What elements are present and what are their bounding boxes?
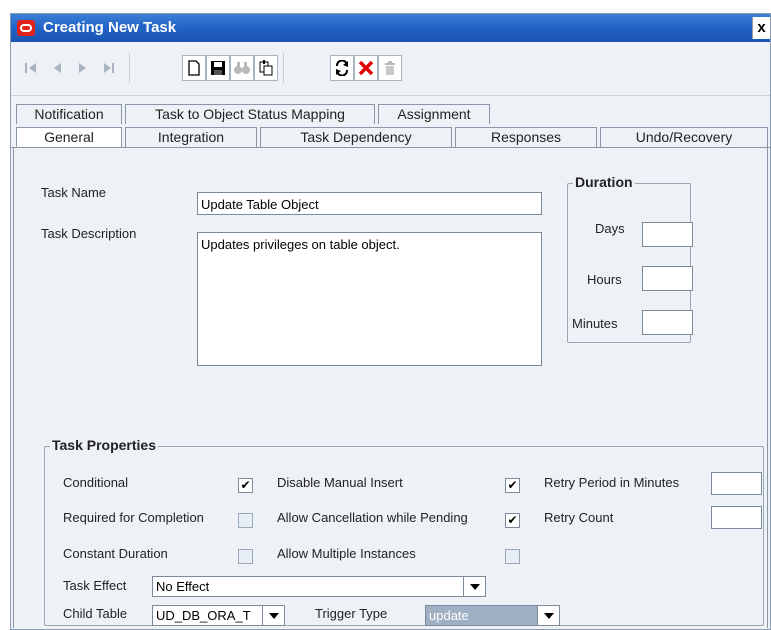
task-description-label: Task Description [41, 226, 137, 241]
refresh-icon[interactable] [330, 55, 354, 81]
tab-undo-recovery[interactable]: Undo/Recovery [600, 127, 768, 147]
minutes-label: Minutes [572, 316, 618, 331]
title-bar[interactable]: Creating New Task x [11, 14, 770, 42]
allow-cancellation-label: Allow Cancellation while Pending [277, 510, 468, 525]
allow-multiple-instances-label: Allow Multiple Instances [277, 546, 416, 561]
minutes-input[interactable] [642, 310, 693, 335]
window-title: Creating New Task [43, 19, 177, 36]
trigger-type-select[interactable]: update [425, 605, 560, 626]
trash-icon[interactable] [378, 55, 402, 81]
task-name-input[interactable]: Update Table Object [197, 192, 542, 215]
trigger-type-value: update [429, 608, 469, 623]
tab-notification[interactable]: Notification [16, 104, 122, 124]
retry-count-label: Retry Count [544, 510, 614, 525]
task-properties-legend: Task Properties [50, 437, 159, 453]
tab-integration[interactable]: Integration [125, 127, 257, 147]
new-icon[interactable] [182, 55, 206, 81]
task-description-textarea[interactable]: Updates privileges on table object. [197, 232, 542, 366]
duration-legend: Duration [573, 174, 635, 190]
first-record-icon[interactable] [19, 55, 43, 81]
child-table-select[interactable]: UD_DB_ORA_T [152, 605, 285, 626]
task-name-label: Task Name [41, 185, 107, 200]
close-button[interactable]: x [752, 17, 770, 39]
last-record-icon[interactable] [97, 55, 121, 81]
disable-manual-insert-checkbox[interactable]: ✔ [505, 478, 520, 493]
oracle-logo-icon [17, 20, 35, 36]
toolbar [11, 42, 770, 96]
retry-period-label: Retry Period in Minutes [544, 475, 680, 490]
hours-label: Hours [587, 272, 622, 287]
retry-count-input[interactable] [711, 506, 762, 529]
days-input[interactable] [642, 222, 693, 247]
find-icon[interactable] [230, 55, 254, 81]
tab-responses[interactable]: Responses [455, 127, 597, 147]
delete-icon[interactable] [354, 55, 378, 81]
retry-period-input[interactable] [711, 472, 762, 495]
days-label: Days [595, 221, 625, 236]
next-record-icon[interactable] [71, 55, 95, 81]
dialog-window: Creating New Task x Notification Task to… [10, 13, 771, 630]
general-panel: Task Name Update Table Object Task Descr… [13, 148, 768, 628]
task-effect-value: No Effect [156, 579, 210, 594]
tab-general[interactable]: General [16, 127, 122, 147]
allow-multiple-instances-checkbox[interactable] [505, 549, 520, 564]
task-properties-group: Task Properties Conditional ✔ Required f… [44, 437, 764, 626]
task-effect-label: Task Effect [63, 578, 127, 593]
conditional-checkbox[interactable]: ✔ [238, 478, 253, 493]
chevron-down-icon[interactable] [463, 577, 485, 596]
constant-duration-label: Constant Duration [63, 546, 168, 561]
disable-manual-insert-label: Disable Manual Insert [277, 475, 403, 490]
tab-task-to-object-status-mapping[interactable]: Task to Object Status Mapping [125, 104, 375, 124]
allow-cancellation-checkbox[interactable]: ✔ [505, 513, 520, 528]
conditional-label: Conditional [63, 475, 129, 490]
tab-task-dependency[interactable]: Task Dependency [260, 127, 452, 147]
chevron-down-icon[interactable] [537, 606, 559, 625]
duration-group: Duration Days Hours Minutes [567, 174, 693, 343]
tab-assignment[interactable]: Assignment [378, 104, 490, 124]
child-table-label: Child Table [63, 606, 128, 621]
hours-input[interactable] [642, 266, 693, 291]
previous-record-icon[interactable] [45, 55, 69, 81]
save-icon[interactable] [206, 55, 230, 81]
task-effect-select[interactable]: No Effect [152, 576, 486, 597]
constant-duration-checkbox[interactable] [238, 549, 253, 564]
required-for-completion-checkbox[interactable] [238, 513, 253, 528]
child-table-value: UD_DB_ORA_T [156, 608, 251, 623]
required-for-completion-label: Required for Completion [63, 510, 204, 525]
query-icon[interactable] [254, 55, 278, 81]
chevron-down-icon[interactable] [262, 606, 284, 625]
trigger-type-label: Trigger Type [315, 606, 388, 621]
